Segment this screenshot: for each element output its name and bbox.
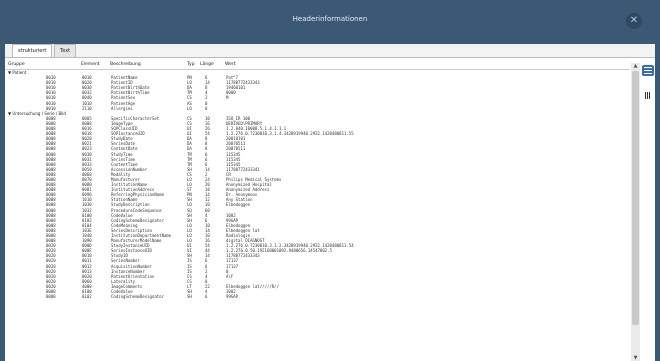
scroll-down-icon[interactable]: ▼ — [631, 355, 640, 361]
col-element[interactable]: Element — [81, 62, 100, 67]
table-body: ▼ Patient 0010 0010 PatientName PN 6 Pat^7 0010… — [5, 70, 630, 299]
header-table: Gruppe Element Beschreibung Typ Länge We… — [5, 58, 630, 361]
col-typ[interactable]: Typ — [187, 62, 195, 67]
table-header: Gruppe Element Beschreibung Typ Länge We… — [5, 61, 630, 70]
tab-text[interactable]: Text — [54, 44, 77, 57]
tab-structured[interactable]: strukturiert — [12, 44, 53, 57]
col-laenge[interactable]: Länge — [200, 62, 214, 67]
table-row[interactable]: 0008 0102 CodingSchemeDesignator SH 6 99GAP — [5, 294, 630, 299]
list-view-icon[interactable] — [642, 65, 654, 76]
col-wert[interactable]: Wert — [225, 62, 236, 67]
scrollbar-thumb[interactable] — [632, 71, 639, 325]
cell-group: 0008 — [46, 294, 56, 300]
tab-content: Gruppe Element Beschreibung Typ Länge We… — [5, 57, 655, 361]
cell-value: 99GAP — [226, 294, 239, 300]
window-title: Headerinformationen — [292, 15, 368, 23]
cell-description: CodingSchemeDesignator — [111, 294, 164, 300]
header-info-window: Headerinformationen ✕ strukturiert Text … — [0, 0, 660, 361]
view-toggle-bar — [641, 63, 655, 361]
vertical-scrollbar[interactable]: ▲ ▼ — [631, 63, 640, 361]
scroll-up-icon[interactable]: ▲ — [631, 63, 640, 69]
cell-type: SH — [187, 294, 192, 300]
column-view-icon[interactable] — [642, 82, 654, 99]
col-gruppe[interactable]: Gruppe — [8, 62, 25, 67]
title-bar: Headerinformationen ✕ — [0, 0, 660, 44]
cell-length: 6 — [205, 294, 208, 300]
col-beschreibung[interactable]: Beschreibung — [110, 62, 141, 67]
close-icon[interactable]: ✕ — [626, 13, 642, 29]
cell-element: 0102 — [82, 294, 92, 300]
